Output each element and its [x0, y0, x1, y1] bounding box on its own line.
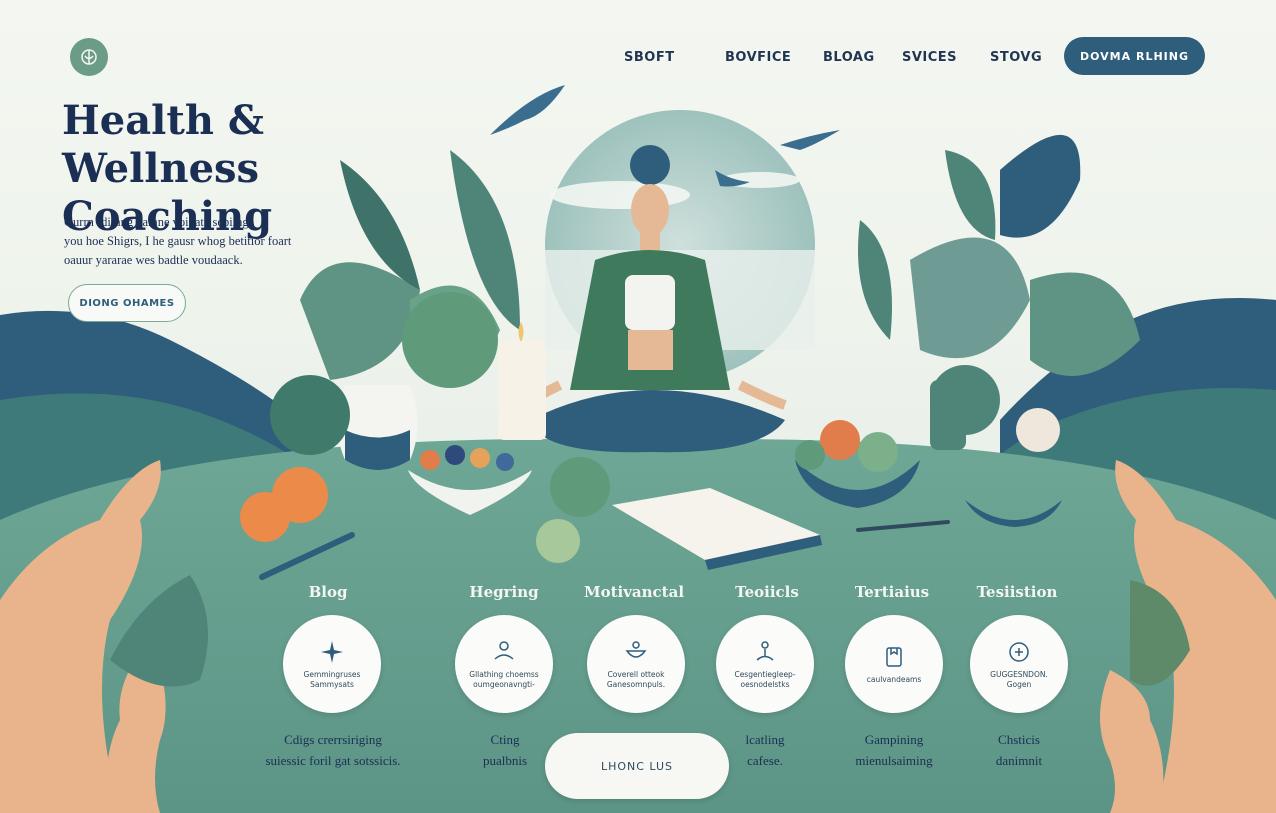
leaf-icon	[300, 262, 420, 380]
hero-title-line1: Health & Wellness	[62, 97, 264, 192]
service-card-hegring[interactable]: Gllathing choemss oumgeonavngti-	[455, 615, 553, 713]
hero-cta-button[interactable]: DIONG OHAMES	[68, 284, 186, 322]
logo[interactable]	[70, 38, 108, 76]
service-card-tesiistion[interactable]: GUGGESNDON. Gogen	[970, 615, 1068, 713]
meditation-icon	[494, 640, 514, 660]
service-card-text: Coverell otteok	[607, 669, 665, 679]
service-card-tertiaius[interactable]: caulvandeams	[845, 615, 943, 713]
journal-icon	[886, 646, 902, 667]
service-caption-tesiistion: Chsticis danimnit	[934, 729, 1104, 771]
service-card-text: Gemmingruses	[303, 669, 361, 679]
service-card-text: Gllathing choemss	[469, 669, 539, 679]
service-card-blog[interactable]: Gemmingruses Sammysats	[283, 615, 381, 713]
bowl-icon	[625, 640, 647, 658]
melon-icon	[402, 292, 498, 388]
service-title-tertiaius: Tertiaius	[854, 583, 930, 601]
bird-icon	[490, 85, 565, 135]
service-card-teoiicls[interactable]: Cesgentiegleep- oesnodelstks	[716, 615, 814, 713]
scale-icon	[1009, 641, 1029, 662]
service-card-text: Gogen	[1006, 679, 1032, 689]
caption-line: danimnit	[995, 753, 1043, 768]
nav-item-sboft[interactable]: SBOFT	[624, 50, 675, 65]
flower-ball-icon	[1016, 408, 1060, 452]
service-card-text: GUGGESNDON.	[990, 669, 1048, 679]
service-card-text: caulvandeams	[866, 674, 922, 684]
bottom-cta-button[interactable]: LHONC LUS	[545, 733, 729, 799]
service-card-text: Ganesomnpuls.	[606, 679, 666, 689]
service-card-text: oumgeonavngti-	[473, 679, 535, 689]
bird-icon	[780, 130, 840, 150]
candle-icon	[498, 340, 546, 440]
leaf-icon	[945, 150, 996, 240]
hero-desc-line3: oauur yararae wes badtle voudaack.	[64, 253, 243, 267]
header-cta-button[interactable]: DOVMA RLHING	[1064, 37, 1205, 75]
bottle-icon	[930, 380, 966, 450]
leaf-icon	[910, 237, 1030, 359]
yoga-icon	[756, 640, 774, 661]
caption-line: Cdigs crerrsiriging	[284, 732, 382, 747]
cactus-icon	[270, 375, 350, 455]
leaf-icon	[858, 220, 892, 340]
service-title-teoiicls: Teoiicls	[735, 583, 799, 601]
service-card-text: Cesgentiegleep-	[734, 669, 796, 679]
star-icon	[321, 640, 343, 663]
hero-desc-line1: Ourrn fdirang varane voikata sebiing.	[64, 215, 252, 229]
nav-item-stovg[interactable]: STOVG	[990, 50, 1042, 65]
service-title-tesiistion: Tesiistion	[976, 583, 1058, 601]
service-card-motivanctal[interactable]: Coverell otteok Ganesomnpuls.	[587, 615, 685, 713]
hero-desc-line2: you hoe Shigrs, I he gausr whog betitior…	[64, 234, 292, 248]
apple-icon	[550, 457, 610, 517]
service-caption-blog: Cdigs crerrsiriging suiessic foril gat s…	[248, 729, 418, 771]
service-title-hegring: Hegring	[469, 583, 539, 601]
caption-line: suiessic foril gat sotssicis.	[265, 753, 401, 768]
hero-description: Ourrn fdirang varane voikata sebiing. yo…	[64, 213, 294, 270]
lime-icon	[536, 519, 580, 563]
service-title-motivanctal: Motivanctal	[583, 583, 685, 601]
service-card-text: Sammysats	[310, 679, 354, 689]
caption-line: Chsticis	[998, 732, 1040, 747]
nav-item-bloag[interactable]: BLOAG	[823, 50, 875, 65]
service-title-blog: Blog	[308, 583, 348, 601]
leaf-icon	[1000, 134, 1081, 238]
service-card-text: oesnodelstks	[740, 679, 790, 689]
nav-item-bovfice[interactable]: BOVFICE	[725, 50, 791, 65]
nav-item-svices[interactable]: SVICES	[902, 50, 957, 65]
lotus-icon	[81, 49, 97, 65]
